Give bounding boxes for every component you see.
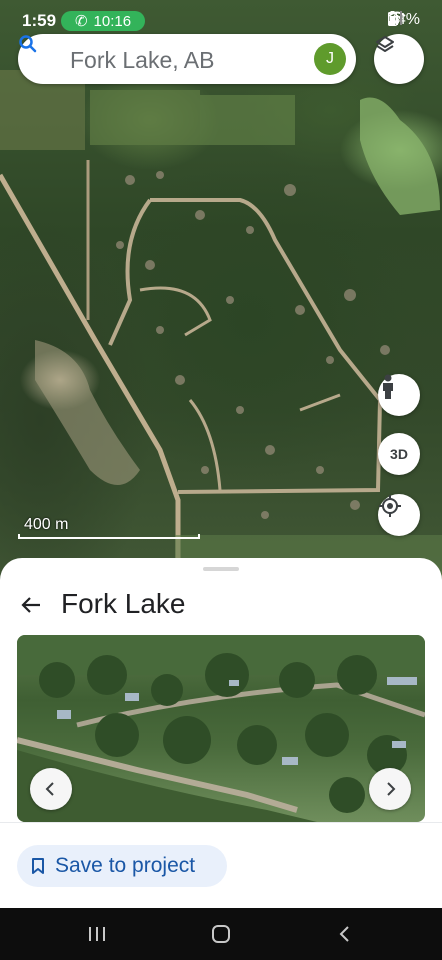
nav-back-icon <box>339 926 349 942</box>
my-location-button[interactable] <box>378 494 420 536</box>
scale-bar <box>18 534 200 539</box>
layers-button[interactable] <box>374 34 424 84</box>
system-nav-bar <box>0 908 442 960</box>
place-title: Fork Lake <box>61 588 186 619</box>
back-arrow-icon <box>21 597 40 613</box>
chevron-right-icon <box>387 782 396 796</box>
status-indicators: 74% <box>387 11 420 29</box>
bookmark-icon <box>32 858 44 874</box>
drag-handle[interactable] <box>203 567 239 571</box>
scale-label: 400 m <box>24 516 69 533</box>
locate-icon <box>379 495 401 517</box>
battery-icon <box>387 11 397 26</box>
layers-icon <box>376 36 394 52</box>
next-photo-button[interactable] <box>369 768 411 810</box>
3d-toggle-button[interactable]: 3D <box>378 433 420 475</box>
search-query[interactable]: Fork Lake, AB <box>70 47 214 74</box>
person-icon <box>383 374 393 399</box>
satellite-map[interactable]: 1:59 ✆ 10:16 74% Fork Lake, AB J 3D 400 … <box>0 0 442 580</box>
recents-icon <box>89 927 105 941</box>
call-duration: 10:16 <box>93 12 132 30</box>
search-bar[interactable]: Fork Lake, AB J <box>18 34 356 84</box>
recents-button[interactable] <box>85 922 109 946</box>
account-avatar[interactable]: J <box>314 43 346 75</box>
save-label: Save to project <box>55 854 196 877</box>
previous-photo-button[interactable] <box>30 768 72 810</box>
home-icon <box>212 925 230 943</box>
street-view-button[interactable] <box>378 374 420 416</box>
save-to-project-button[interactable]: Save to project <box>17 845 227 887</box>
place-sheet[interactable]: Fork Lake Save to project <box>0 558 442 908</box>
ongoing-call-pill[interactable]: ✆ 10:16 <box>61 11 145 31</box>
system-back-button[interactable] <box>333 922 357 946</box>
phone-icon: ✆ <box>74 13 88 30</box>
status-time: 1:59 <box>22 11 57 30</box>
search-icon[interactable] <box>18 34 38 54</box>
map-features <box>0 70 442 580</box>
place-photo[interactable] <box>17 635 425 822</box>
sheet-actions: Save to project <box>0 822 442 908</box>
chevron-left-icon <box>45 782 54 796</box>
photo-content <box>17 635 425 822</box>
home-button[interactable] <box>209 922 233 946</box>
back-button[interactable] <box>16 590 46 620</box>
